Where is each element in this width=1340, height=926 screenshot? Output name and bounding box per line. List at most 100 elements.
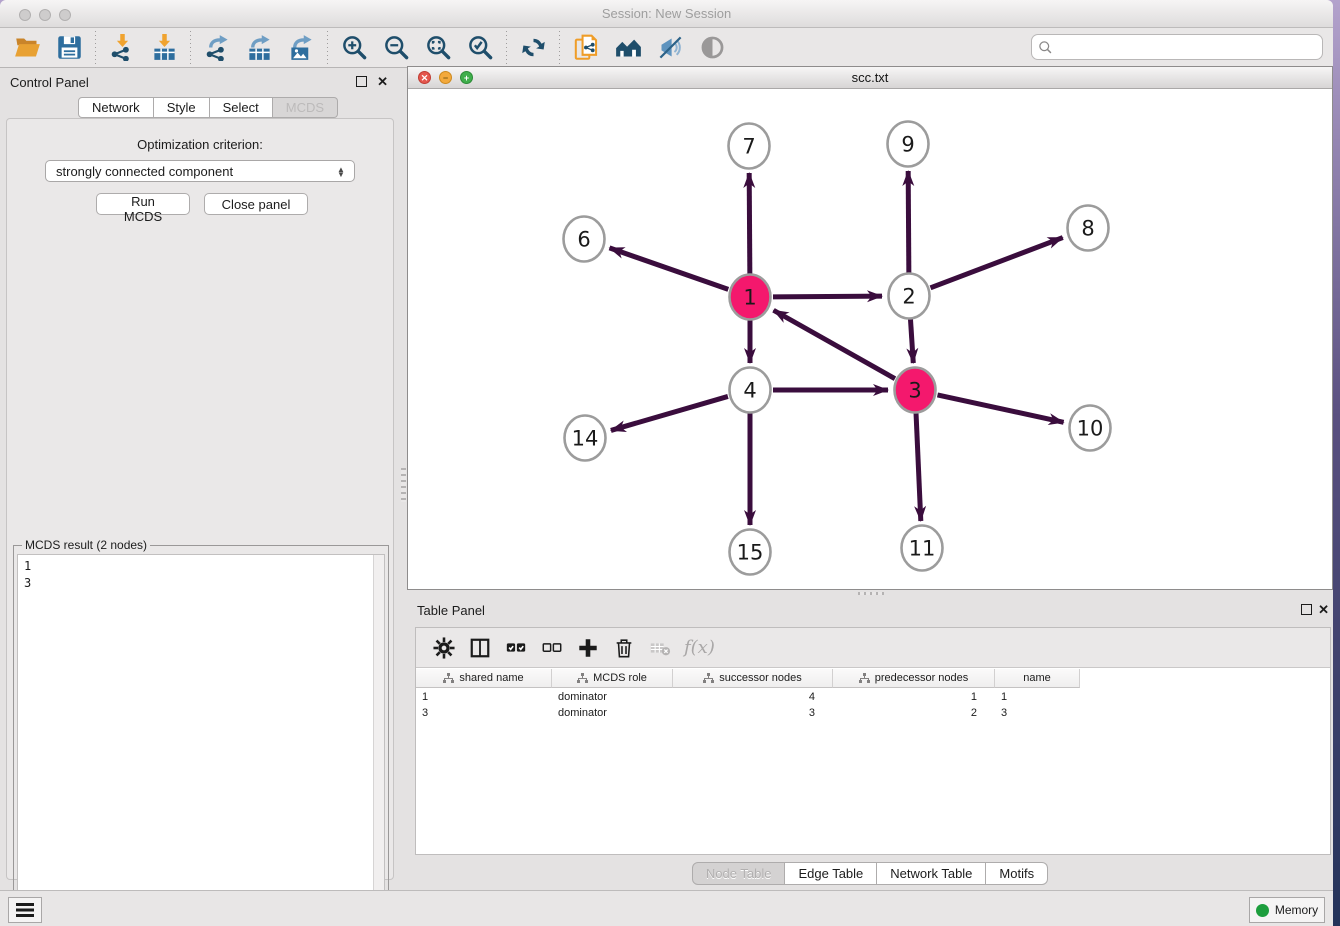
open-session-icon (14, 34, 41, 61)
run-mcds-button[interactable]: Run MCDS (96, 193, 190, 215)
column-chooser-button[interactable] (462, 632, 498, 664)
network-canvas[interactable]: 7968124314101511 (408, 89, 1332, 589)
edge-3-10[interactable] (937, 395, 1063, 422)
edge-1-6[interactable] (609, 248, 728, 290)
export-network-icon (204, 34, 231, 61)
save-session-button[interactable] (48, 30, 90, 66)
node-label-15: 15 (737, 541, 764, 565)
node-label-1: 1 (743, 286, 756, 310)
table-header-row: shared name MCDS role successor nodes pr… (416, 669, 1080, 688)
memory-button[interactable]: Memory (1249, 897, 1325, 923)
copy-network-button[interactable] (565, 30, 607, 66)
optimization-criterion-label: Optimization criterion: (7, 137, 393, 152)
delete-button[interactable] (606, 632, 642, 664)
edge-4-14[interactable] (611, 396, 728, 430)
column-header-name[interactable]: name (995, 669, 1080, 688)
control-panel-header: Control Panel ✕ (0, 72, 400, 94)
open-session-button[interactable] (6, 30, 48, 66)
tab-network-table[interactable]: Network Table (877, 862, 986, 885)
tab-motifs[interactable]: Motifs (986, 862, 1048, 885)
result-scrollbar[interactable] (373, 555, 384, 918)
edge-3-11[interactable] (916, 413, 921, 521)
selected-criterion: strongly connected component (56, 164, 233, 179)
graphics-details-button[interactable] (691, 30, 733, 66)
cell-predecessor-nodes[interactable]: 1 (833, 690, 995, 706)
apply-layout-button[interactable] (512, 30, 554, 66)
close-panel-icon[interactable]: ✕ (377, 74, 388, 90)
titlebar: Session: New Session (0, 0, 1333, 28)
column-edit-icon (443, 673, 454, 684)
cell-successor-nodes[interactable]: 4 (673, 690, 833, 706)
hide-annotations-button[interactable] (649, 30, 691, 66)
edge-2-3[interactable] (910, 319, 913, 363)
deselect-all-button[interactable] (534, 632, 570, 664)
float-panel-icon[interactable] (356, 76, 367, 87)
delete-column-button[interactable] (642, 632, 678, 664)
column-header-shared-name[interactable]: shared name (416, 669, 552, 688)
cell-shared-name[interactable]: 3 (416, 706, 552, 722)
tab-style[interactable]: Style (154, 97, 210, 118)
copy-network-icon (573, 34, 600, 61)
cell-successor-nodes[interactable]: 3 (673, 706, 833, 722)
export-image-button[interactable] (280, 30, 322, 66)
zoom-selected-icon (467, 34, 494, 61)
tab-mcds[interactable]: MCDS (273, 97, 338, 118)
zoom-in-icon (341, 34, 368, 61)
toolbar-separator (506, 31, 507, 65)
edge-3-1[interactable] (774, 310, 895, 378)
column-header-successor-nodes[interactable]: successor nodes (673, 669, 833, 688)
close-panel-button[interactable]: Close panel (204, 193, 308, 215)
cell-predecessor-nodes[interactable]: 2 (833, 706, 995, 722)
tab-edge-table[interactable]: Edge Table (785, 862, 877, 885)
graphics-details-icon (699, 34, 726, 61)
cell-mcds-role[interactable]: dominator (552, 706, 673, 722)
edge-1-2[interactable] (773, 296, 882, 297)
zoom-selected-button[interactable] (459, 30, 501, 66)
edge-2-8[interactable] (931, 238, 1063, 288)
column-header-predecessor-nodes[interactable]: predecessor nodes (833, 669, 995, 688)
column-chooser-icon (469, 637, 491, 659)
table-row[interactable]: 1 dominator 4 1 1 (416, 690, 1080, 706)
function-builder-button[interactable]: f(x) (684, 637, 715, 658)
close-panel-icon[interactable]: ✕ (1318, 602, 1329, 618)
edge-1-7[interactable] (749, 173, 750, 274)
add-column-button[interactable] (570, 632, 606, 664)
edge-2-9[interactable] (908, 171, 909, 273)
home-button[interactable] (607, 30, 649, 66)
zoom-in-button[interactable] (333, 30, 375, 66)
select-all-button[interactable] (498, 632, 534, 664)
home-icon (615, 34, 642, 61)
import-table-button[interactable] (143, 30, 185, 66)
export-table-button[interactable] (238, 30, 280, 66)
network-window-title: scc.txt (408, 70, 1332, 85)
node-label-9: 9 (901, 133, 914, 157)
import-network-button[interactable] (101, 30, 143, 66)
search-field[interactable] (1031, 34, 1323, 60)
tab-select[interactable]: Select (210, 97, 273, 118)
optimization-criterion-select[interactable]: strongly connected component ▲▼ (45, 160, 355, 182)
cell-name[interactable]: 3 (995, 706, 1080, 722)
column-header-mcds-role[interactable]: MCDS role (552, 669, 673, 688)
column-edit-icon (577, 673, 588, 684)
splitter-grip[interactable] (401, 468, 406, 502)
mcds-result-textarea[interactable]: 1 3 (17, 554, 385, 919)
search-input[interactable] (1053, 37, 1322, 57)
zoom-out-button[interactable] (375, 30, 417, 66)
cell-name[interactable]: 1 (995, 690, 1080, 706)
table-settings-button[interactable] (426, 632, 462, 664)
tab-network[interactable]: Network (78, 97, 154, 118)
tab-node-table[interactable]: Node Table (692, 862, 786, 885)
table-row[interactable]: 3 dominator 3 2 3 (416, 706, 1080, 722)
table-toolbar: f(x) (416, 628, 1330, 668)
task-history-button[interactable] (8, 897, 42, 923)
network-view-window: ✕ − + scc.txt 7968124314101511 (407, 66, 1333, 590)
export-table-icon (246, 34, 273, 61)
splitter-grip[interactable] (858, 592, 884, 595)
float-panel-icon[interactable] (1301, 604, 1312, 615)
export-network-button[interactable] (196, 30, 238, 66)
cell-mcds-role[interactable]: dominator (552, 690, 673, 706)
vertical-splitter[interactable] (400, 68, 407, 890)
zoom-fit-button[interactable] (417, 30, 459, 66)
node-label-8: 8 (1081, 217, 1094, 241)
cell-shared-name[interactable]: 1 (416, 690, 552, 706)
